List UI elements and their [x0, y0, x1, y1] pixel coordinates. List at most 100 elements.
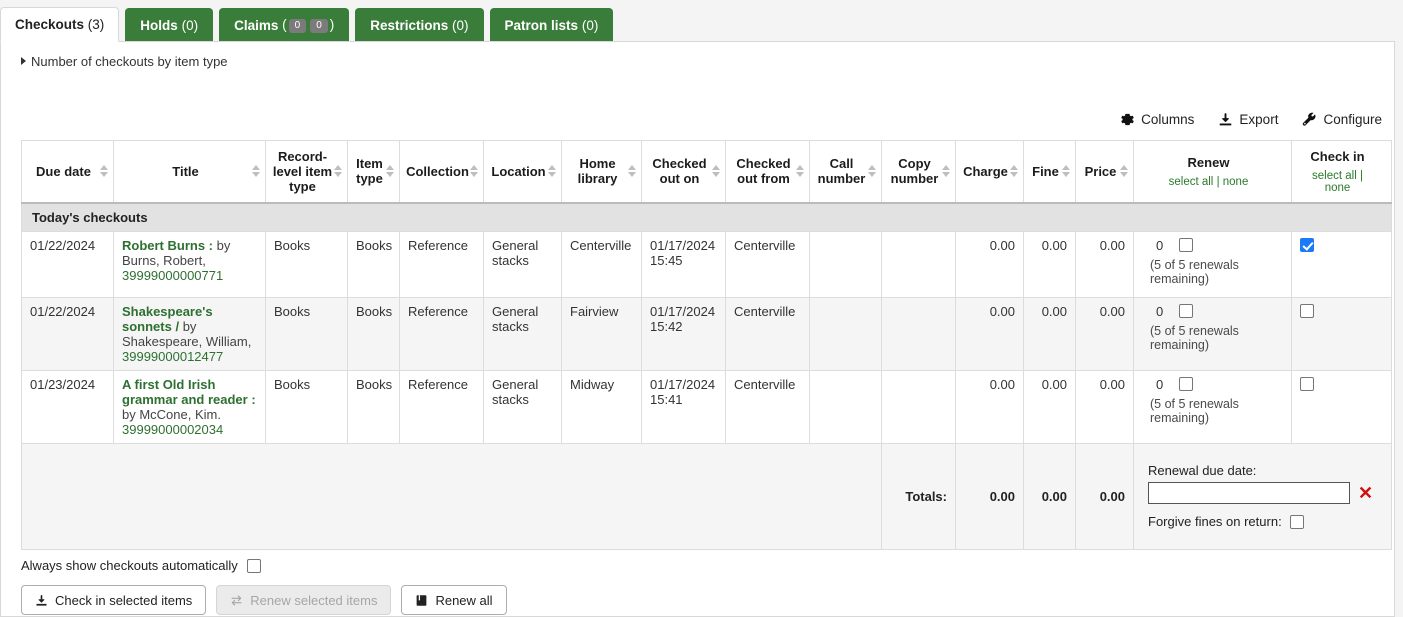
- forgive-fines-checkbox[interactable]: [1289, 514, 1304, 529]
- renew-select-all-link[interactable]: select all: [1169, 176, 1214, 188]
- check-in-selected-items-button[interactable]: Check in selected items: [21, 585, 207, 615]
- columns-label: Columns: [1141, 112, 1195, 127]
- configure-button[interactable]: Configure: [1300, 110, 1384, 129]
- col-checked-out-from[interactable]: Checked out from: [725, 140, 810, 204]
- tab-patron-lists-label: Patron lists: [504, 17, 579, 33]
- renew-checkbox[interactable]: [1179, 377, 1194, 391]
- col-collection[interactable]: Collection: [399, 140, 484, 204]
- renew-top: 0: [1142, 304, 1283, 319]
- cell-collection: Reference: [399, 230, 484, 298]
- cell-item-type: Books: [347, 296, 400, 371]
- barcode-link[interactable]: 39999000012477: [122, 349, 223, 364]
- cell-fine: 0.00: [1023, 369, 1076, 444]
- always-show-checkbox[interactable]: [246, 558, 261, 573]
- checkin-checkbox[interactable]: [1300, 303, 1314, 318]
- col-collection-label: Collection: [406, 163, 469, 179]
- title-link[interactable]: Shakespeare's sonnets /: [122, 304, 213, 334]
- sort-icon: [548, 164, 557, 178]
- cell-check-in: [1291, 369, 1392, 444]
- patron-tabs: Checkouts (3) Holds (0) Claims (0 0) Rest…: [0, 0, 1403, 42]
- col-check-in: Check in select all | none: [1291, 140, 1392, 204]
- col-copy-number-label: Copy number: [890, 156, 939, 187]
- cell-title: Shakespeare's sonnets / by Shakespeare, …: [113, 296, 266, 371]
- col-item-type[interactable]: Item type: [347, 140, 400, 204]
- download-icon: [35, 594, 48, 607]
- export-button[interactable]: Export: [1216, 110, 1280, 129]
- cell-price: 0.00: [1075, 230, 1134, 298]
- tab-claims[interactable]: Claims (0 0): [219, 8, 350, 41]
- cell-item-type: Books: [347, 230, 400, 298]
- renew-checkbox[interactable]: [1179, 238, 1194, 252]
- checkouts-table: Due date Title Record-level item type It…: [21, 140, 1392, 550]
- check-in-selected-items-label: Check in selected items: [55, 592, 193, 608]
- always-show-row: Always show checkouts automatically: [21, 558, 1383, 573]
- col-location[interactable]: Location: [483, 140, 562, 204]
- col-checked-out-on-label: Checked out on: [652, 156, 707, 187]
- cell-copy-number: [881, 369, 956, 444]
- sort-icon: [470, 164, 479, 178]
- col-price[interactable]: Price: [1075, 140, 1134, 204]
- col-renew: Renew select all | none: [1133, 140, 1292, 204]
- cell-location: General stacks: [483, 230, 562, 298]
- cell-check-in: [1291, 230, 1392, 298]
- cell-renew: 0 (5 of 5 renewals remaining): [1133, 296, 1292, 371]
- col-record-level-item-type[interactable]: Record-level item type: [265, 140, 348, 204]
- sort-icon: [1062, 164, 1071, 178]
- tab-holds[interactable]: Holds (0): [125, 8, 214, 41]
- col-due-date-label: Due date: [36, 163, 91, 179]
- refresh-icon: [230, 594, 243, 607]
- sort-icon: [386, 164, 395, 178]
- col-call-number[interactable]: Call number: [809, 140, 882, 204]
- barcode-link[interactable]: 39999000000771: [122, 268, 223, 283]
- tab-checkouts[interactable]: Checkouts (3): [0, 7, 120, 42]
- sort-icon: [1010, 164, 1019, 178]
- col-record-level-item-type-label: Record-level item type: [272, 148, 333, 194]
- sort-icon: [942, 164, 951, 178]
- col-item-type-label: Item type: [356, 156, 383, 187]
- checkin-select-none-link[interactable]: none: [1325, 182, 1351, 194]
- col-title[interactable]: Title: [113, 140, 266, 204]
- sort-icon: [796, 164, 805, 178]
- col-due-date[interactable]: Due date: [21, 140, 114, 204]
- tab-patron-lists[interactable]: Patron lists (0): [489, 8, 614, 41]
- cell-home-library: Midway: [561, 369, 642, 444]
- group-header-label: Today's checkouts: [21, 202, 1392, 232]
- checkin-checkbox[interactable]: [1300, 376, 1314, 391]
- renew-selected-items-label: Renew selected items: [250, 592, 378, 608]
- renew-select-none-link[interactable]: none: [1223, 176, 1249, 188]
- checkouts-page: Checkouts (3) Holds (0) Claims (0 0) Rest…: [0, 0, 1403, 617]
- totals-price: 0.00: [1075, 442, 1134, 550]
- checkouts-by-item-type-toggle[interactable]: Number of checkouts by item type: [1, 42, 228, 69]
- renew-note: (5 of 5 renewals remaining): [1150, 396, 1239, 425]
- title-link[interactable]: A first Old Irish grammar and reader :: [122, 377, 256, 407]
- col-charge[interactable]: Charge: [955, 140, 1024, 204]
- renew-checkbox[interactable]: [1179, 304, 1194, 318]
- renew-all-button[interactable]: Renew all: [401, 585, 507, 615]
- col-fine[interactable]: Fine: [1023, 140, 1076, 204]
- col-checked-out-on[interactable]: Checked out on: [641, 140, 726, 204]
- barcode-link[interactable]: 39999000002034: [122, 422, 223, 437]
- gear-icon: [1120, 112, 1135, 127]
- tab-restrictions-label: Restrictions: [370, 17, 449, 33]
- checkin-checkbox[interactable]: [1300, 237, 1314, 252]
- renewal-due-date-input[interactable]: [1148, 482, 1350, 504]
- col-copy-number[interactable]: Copy number: [881, 140, 956, 204]
- columns-button[interactable]: Columns: [1118, 110, 1196, 129]
- clear-date-icon[interactable]: ✕: [1358, 484, 1373, 502]
- book-icon: [415, 594, 428, 607]
- col-check-in-label: Check in: [1310, 148, 1365, 164]
- renew-selected-items-button[interactable]: Renew selected items: [216, 585, 392, 615]
- tab-restrictions[interactable]: Restrictions (0): [355, 8, 484, 41]
- tab-claims-badge-1: 0: [288, 18, 307, 33]
- col-fine-label: Fine: [1032, 163, 1059, 179]
- cell-item-type: Books: [347, 369, 400, 444]
- checkin-select-all-link[interactable]: select all: [1312, 170, 1357, 182]
- tab-holds-count: (0): [181, 17, 199, 33]
- cell-location: General stacks: [483, 296, 562, 371]
- title-link[interactable]: Robert Burns :: [122, 238, 213, 253]
- cell-copy-number: [881, 296, 956, 371]
- cell-checked-out-on: 01/17/2024 15:41: [641, 369, 726, 444]
- col-home-library[interactable]: Home library: [561, 140, 642, 204]
- sort-icon: [100, 164, 109, 178]
- forgive-fines-label: Forgive fines on return:: [1148, 514, 1282, 529]
